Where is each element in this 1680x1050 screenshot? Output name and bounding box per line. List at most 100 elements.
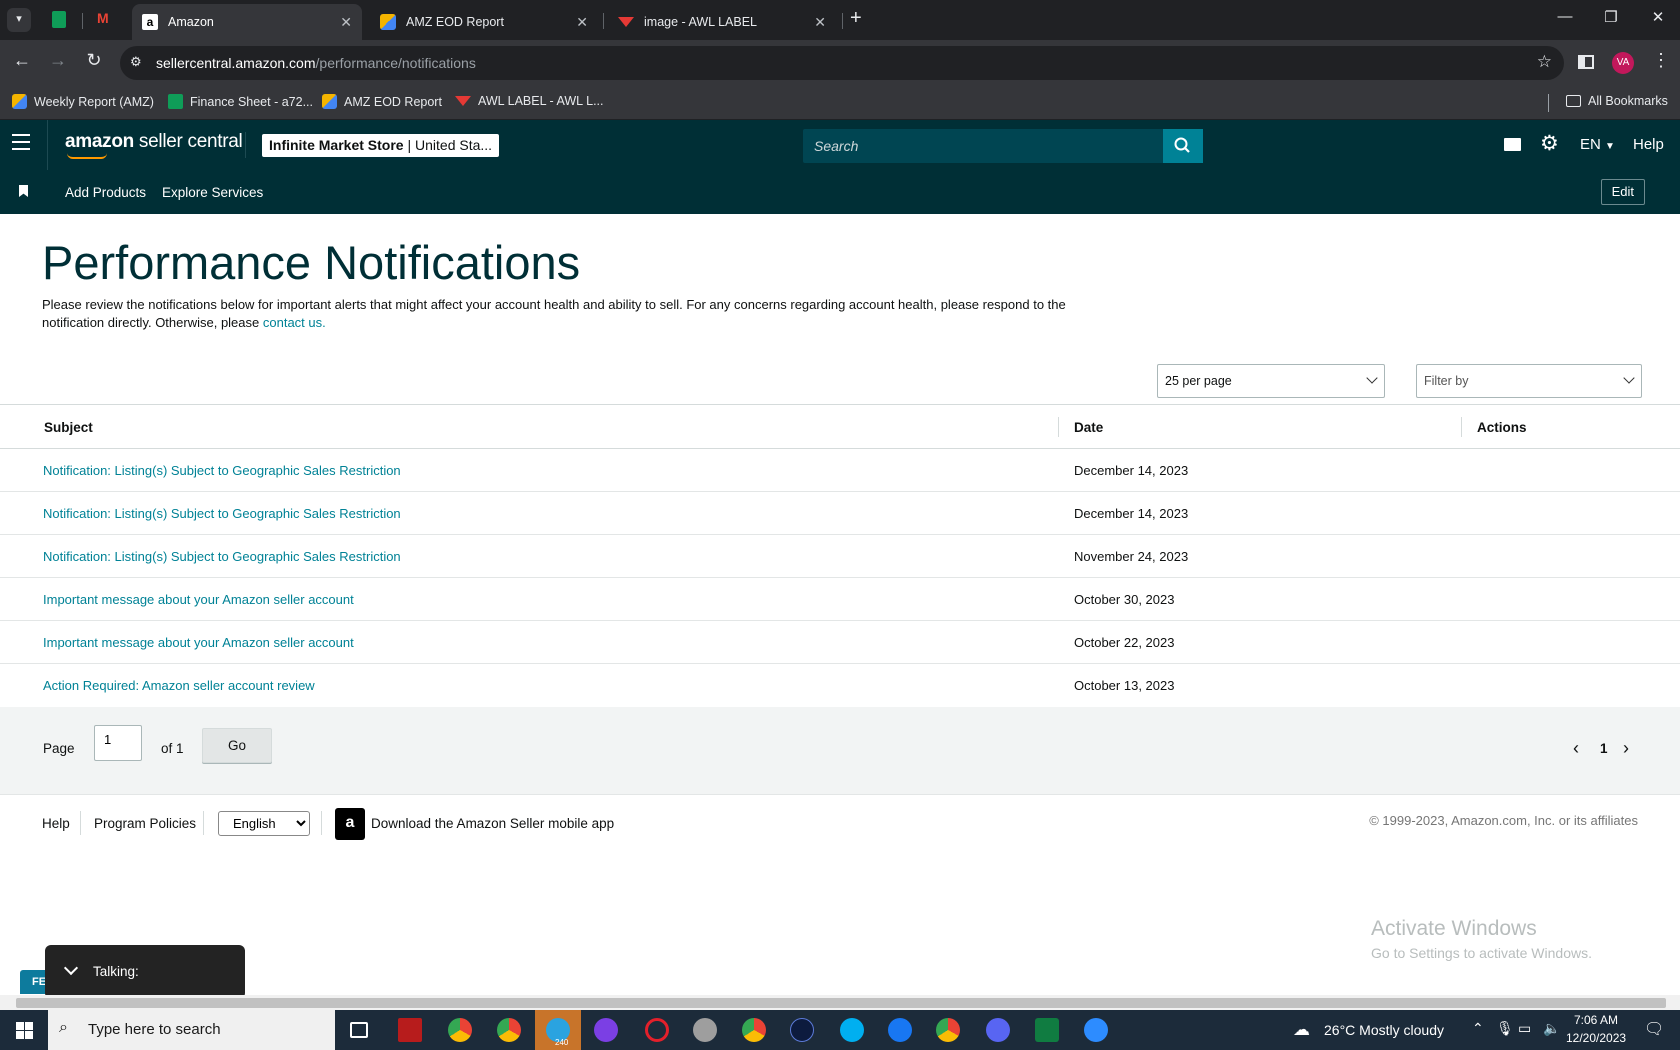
search-button[interactable] bbox=[1163, 129, 1203, 163]
per-page-select[interactable]: 25 per page bbox=[1157, 364, 1385, 398]
discord-icon[interactable] bbox=[986, 1018, 1010, 1042]
task-view-icon[interactable] bbox=[350, 1022, 368, 1038]
horizontal-scrollbar[interactable] bbox=[0, 995, 1680, 1011]
weather-text[interactable]: 26°C Mostly cloudy bbox=[1324, 1022, 1444, 1038]
nav-add-products[interactable]: Add Products bbox=[65, 185, 146, 200]
app-red-icon[interactable] bbox=[398, 1018, 422, 1042]
chevron-left-icon[interactable]: ‹ bbox=[1573, 738, 1579, 759]
taskbar-search[interactable]: ⌕ Type here to search bbox=[48, 1010, 335, 1050]
back-icon[interactable]: ← bbox=[9, 50, 35, 71]
edit-button[interactable]: Edit bbox=[1600, 179, 1645, 205]
pagination-bar: Page of 1 Go ‹ 1 › bbox=[0, 707, 1680, 795]
language-selector[interactable]: EN ▼ bbox=[1580, 136, 1615, 153]
microphone-icon[interactable]: 🎙 bbox=[1496, 1020, 1514, 1037]
column-date[interactable]: Date bbox=[1074, 420, 1103, 435]
close-tab-icon[interactable]: ✕ bbox=[814, 14, 826, 31]
search-input[interactable] bbox=[803, 129, 1163, 163]
notification-subject-link[interactable]: Notification: Listing(s) Subject to Geog… bbox=[43, 463, 401, 478]
skype-icon[interactable] bbox=[840, 1018, 864, 1042]
help-link[interactable]: Help bbox=[1633, 136, 1664, 153]
bookmark-star-icon[interactable]: ☆ bbox=[1537, 52, 1552, 72]
footer-policies-link[interactable]: Program Policies bbox=[94, 816, 196, 831]
chrome-icon[interactable] bbox=[742, 1018, 766, 1042]
clock-time[interactable]: 7:06 AM bbox=[1574, 1013, 1618, 1027]
tab-search-button[interactable]: ▾ bbox=[7, 8, 31, 32]
amazon-app-icon[interactable]: a bbox=[335, 808, 365, 840]
column-subject[interactable]: Subject bbox=[44, 420, 93, 435]
bookmark-awl-label[interactable]: AWL LABEL - AWL L... bbox=[455, 94, 604, 108]
forward-icon[interactable]: → bbox=[45, 50, 71, 71]
chrome-icon[interactable] bbox=[448, 1018, 472, 1042]
notification-subject-link[interactable]: Important message about your Amazon sell… bbox=[43, 592, 354, 607]
chrome-profile-icon[interactable] bbox=[497, 1018, 521, 1042]
facebook-icon[interactable] bbox=[888, 1018, 912, 1042]
footer-help-link[interactable]: Help bbox=[42, 816, 70, 831]
sheets-bookmark-icon bbox=[168, 94, 183, 109]
talking-overlay[interactable]: Talking: bbox=[45, 945, 245, 999]
notification-subject-link[interactable]: Notification: Listing(s) Subject to Geog… bbox=[43, 506, 401, 521]
new-tab-icon[interactable]: + bbox=[850, 7, 862, 30]
excel-icon[interactable] bbox=[1035, 1018, 1059, 1042]
google-sheets-tab-icon[interactable] bbox=[52, 11, 66, 28]
opera-icon[interactable] bbox=[645, 1018, 669, 1042]
notification-subject-link[interactable]: Action Required: Amazon seller account r… bbox=[43, 678, 315, 693]
tab-amazon[interactable]: a Amazon ✕ bbox=[132, 4, 362, 40]
address-bar[interactable]: ⚙ sellercentral.amazon.com/performance/n… bbox=[120, 46, 1564, 80]
gmail-tab-icon[interactable]: M bbox=[97, 11, 115, 25]
notification-date: October 13, 2023 bbox=[1074, 678, 1175, 693]
restore-window-icon[interactable]: ❐ bbox=[1596, 8, 1626, 26]
url-path: /performance/notifications bbox=[315, 55, 476, 71]
go-button[interactable]: Go bbox=[202, 728, 272, 763]
search-icon: ⌕ bbox=[59, 1019, 68, 1036]
bookmark-finance-sheet[interactable]: Finance Sheet - a72... bbox=[168, 94, 313, 109]
footer-language-select[interactable]: English bbox=[218, 811, 310, 836]
close-tab-icon[interactable]: ✕ bbox=[340, 14, 352, 31]
windows-start-icon[interactable] bbox=[16, 1022, 33, 1039]
hamburger-menu-icon[interactable] bbox=[12, 134, 36, 155]
nav-explore-services[interactable]: Explore Services bbox=[162, 185, 263, 200]
current-page-number[interactable]: 1 bbox=[1600, 741, 1608, 756]
volume-icon[interactable]: 🔈 bbox=[1543, 1020, 1560, 1037]
download-app-link[interactable]: Download the Amazon Seller mobile app bbox=[371, 816, 614, 831]
store-selector[interactable]: Infinite Market Store | United Sta... bbox=[262, 134, 500, 157]
close-tab-icon[interactable]: ✕ bbox=[576, 14, 588, 31]
bookmark-icon[interactable] bbox=[19, 185, 28, 197]
chevron-right-icon[interactable]: › bbox=[1623, 738, 1629, 759]
chrome-w-icon[interactable] bbox=[936, 1018, 960, 1042]
contact-us-link[interactable]: contact us. bbox=[263, 315, 326, 330]
chevron-down-icon bbox=[1623, 372, 1635, 384]
weather-cloud-icon[interactable]: ☁ bbox=[1293, 1020, 1310, 1040]
clock-app-icon[interactable] bbox=[790, 1018, 814, 1042]
app-cloud-icon[interactable] bbox=[693, 1018, 717, 1042]
side-panel-icon[interactable] bbox=[1578, 55, 1594, 69]
close-window-icon[interactable]: ✕ bbox=[1643, 8, 1673, 26]
url-host: sellercentral.amazon.com bbox=[156, 55, 316, 71]
chevron-down-icon[interactable] bbox=[63, 960, 79, 976]
all-bookmarks[interactable]: All Bookmarks bbox=[1566, 94, 1668, 108]
notification-subject-link[interactable]: Important message about your Amazon sell… bbox=[43, 635, 354, 650]
scrollbar-thumb[interactable] bbox=[16, 998, 1666, 1008]
notifications-icon[interactable]: 🗨 bbox=[1644, 1019, 1664, 1039]
notification-date: November 24, 2023 bbox=[1074, 549, 1189, 564]
tab-awl-label[interactable]: image - AWL LABEL ✕ bbox=[608, 4, 836, 40]
settings-gear-icon[interactable]: ⚙ bbox=[1540, 131, 1559, 156]
mail-icon[interactable] bbox=[1504, 138, 1521, 151]
profile-avatar[interactable]: VA bbox=[1612, 52, 1634, 74]
page-number-input[interactable] bbox=[94, 725, 142, 761]
zoom-icon[interactable] bbox=[1084, 1018, 1108, 1042]
site-info-icon[interactable]: ⚙ bbox=[130, 54, 142, 70]
messenger-icon[interactable] bbox=[594, 1018, 618, 1042]
bookmark-weekly-report[interactable]: Weekly Report (AMZ) bbox=[12, 94, 154, 109]
clock-date[interactable]: 12/20/2023 bbox=[1566, 1031, 1626, 1045]
tab-amz-eod-report[interactable]: AMZ EOD Report ✕ bbox=[370, 4, 598, 40]
network-icon[interactable]: ▭ bbox=[1518, 1020, 1531, 1037]
filter-select[interactable]: Filter by bbox=[1416, 364, 1642, 398]
browser-menu-icon[interactable]: ⋮ bbox=[1652, 50, 1670, 71]
tray-chevron-up-icon[interactable]: ⌃ bbox=[1472, 1020, 1484, 1037]
notification-subject-link[interactable]: Notification: Listing(s) Subject to Geog… bbox=[43, 549, 401, 564]
minimize-window-icon[interactable]: — bbox=[1550, 8, 1580, 25]
seller-central-logo[interactable]: amazon seller central bbox=[65, 131, 243, 159]
bookmark-amz-eod-report[interactable]: AMZ EOD Report bbox=[322, 94, 442, 109]
copyright-text: © 1999-2023, Amazon.com, Inc. or its aff… bbox=[1369, 813, 1638, 828]
reload-icon[interactable]: ↻ bbox=[81, 50, 107, 71]
